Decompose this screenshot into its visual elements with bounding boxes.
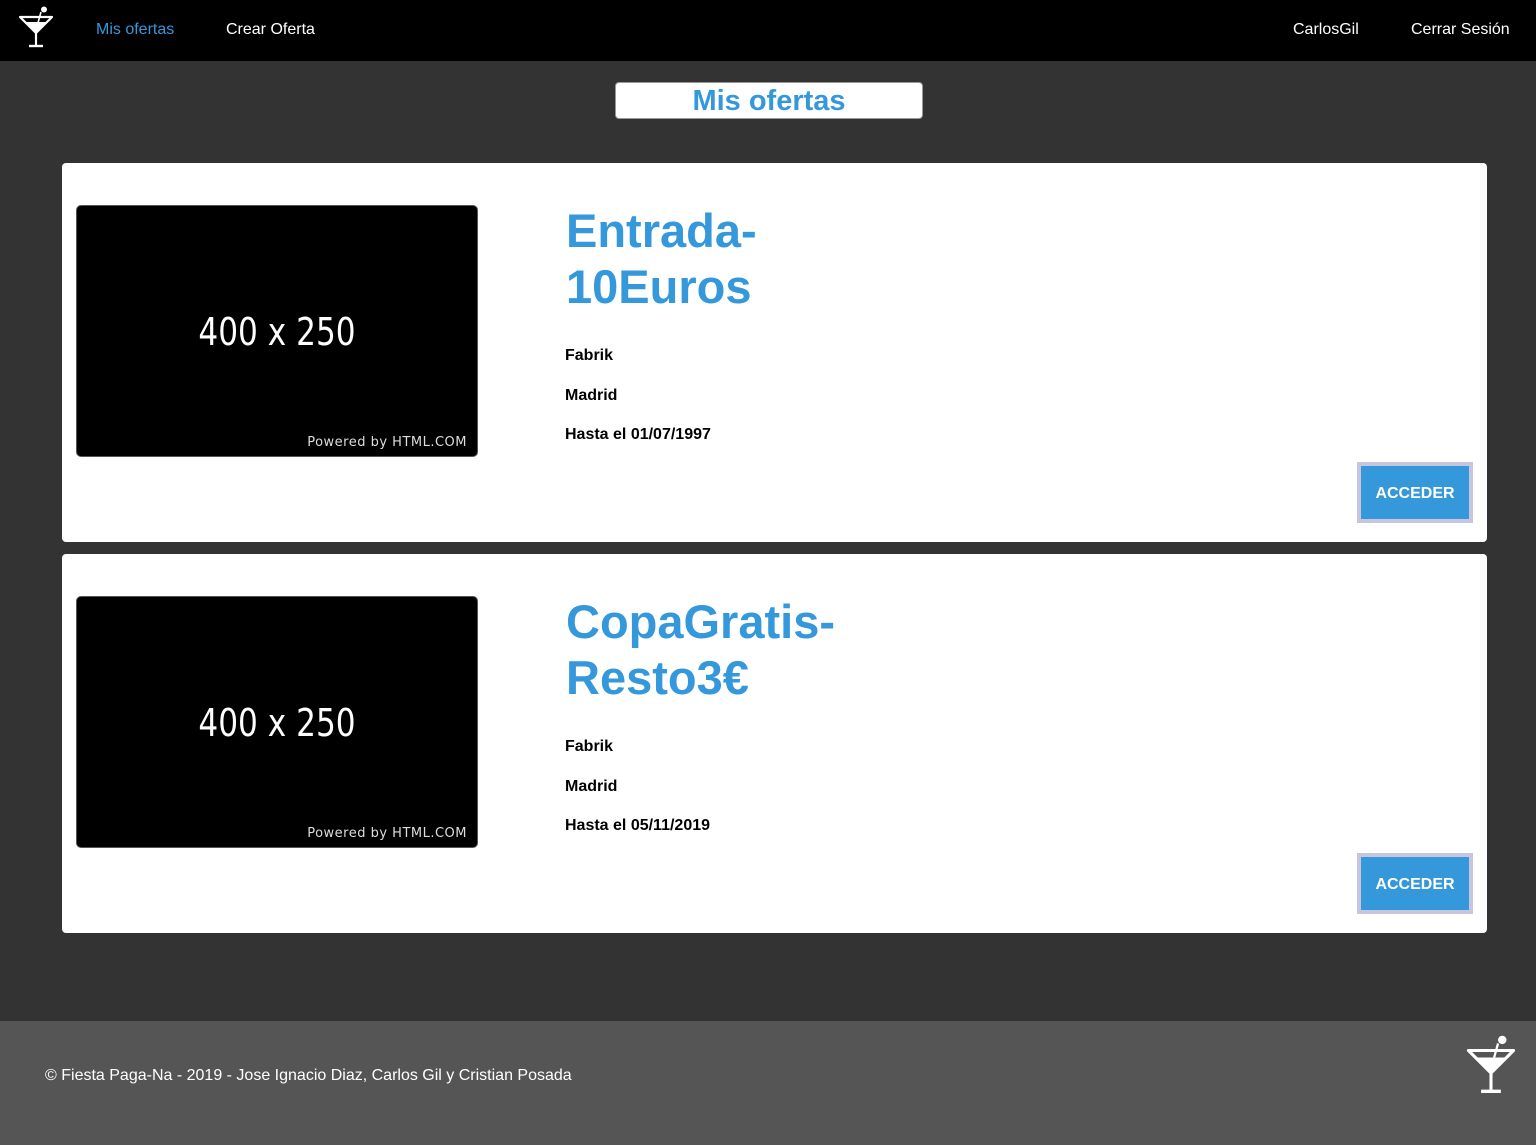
page-title: Mis ofertas [692, 85, 846, 117]
nav-user-link[interactable]: CarlosGil [1293, 20, 1359, 40]
offer-until-date: Hasta el 01/07/1997 [565, 426, 711, 443]
footer: © Fiesta Paga-Na - 2019 - Jose Ignacio D… [0, 1021, 1536, 1145]
offer-title: Entrada-10Euros [566, 204, 757, 313]
offer-city: Madrid [565, 778, 618, 795]
placeholder-powered-text: Powered by HTML.COM [307, 435, 467, 450]
placeholder-powered-text: Powered by HTML.COM [307, 826, 467, 841]
offer-image-placeholder: 400 x 250 Powered by HTML.COM [76, 205, 478, 457]
offer-title: CopaGratis-Resto3€ [566, 595, 835, 704]
cocktail-glass-icon [1466, 1035, 1516, 1094]
offer-card: 400 x 250 Powered by HTML.COM CopaGratis… [62, 554, 1487, 933]
placeholder-size-text: 400 x 250 [198, 310, 356, 354]
offer-card: 400 x 250 Powered by HTML.COM Entrada-10… [62, 163, 1487, 542]
footer-copyright: © Fiesta Paga-Na - 2019 - Jose Ignacio D… [45, 1067, 572, 1084]
offer-until-date: Hasta el 05/11/2019 [565, 817, 711, 834]
offer-city: Madrid [565, 387, 618, 404]
placeholder-size-text: 400 x 250 [198, 701, 356, 745]
acceder-button[interactable]: ACCEDER [1357, 462, 1473, 523]
acceder-button[interactable]: ACCEDER [1357, 853, 1473, 914]
cocktail-glass-icon[interactable] [17, 6, 55, 50]
nav-link-mis-ofertas[interactable]: Mis ofertas [96, 20, 174, 40]
offer-image-placeholder: 400 x 250 Powered by HTML.COM [76, 596, 478, 848]
nav-logout-link[interactable]: Cerrar Sesión [1411, 20, 1510, 40]
offer-local: Fabrik [565, 738, 614, 755]
navbar: Mis ofertas Crear Oferta CarlosGil Cerra… [0, 0, 1536, 61]
page-title-box: Mis ofertas [615, 82, 923, 119]
offer-local: Fabrik [565, 347, 614, 364]
nav-link-crear-oferta[interactable]: Crear Oferta [226, 20, 315, 40]
